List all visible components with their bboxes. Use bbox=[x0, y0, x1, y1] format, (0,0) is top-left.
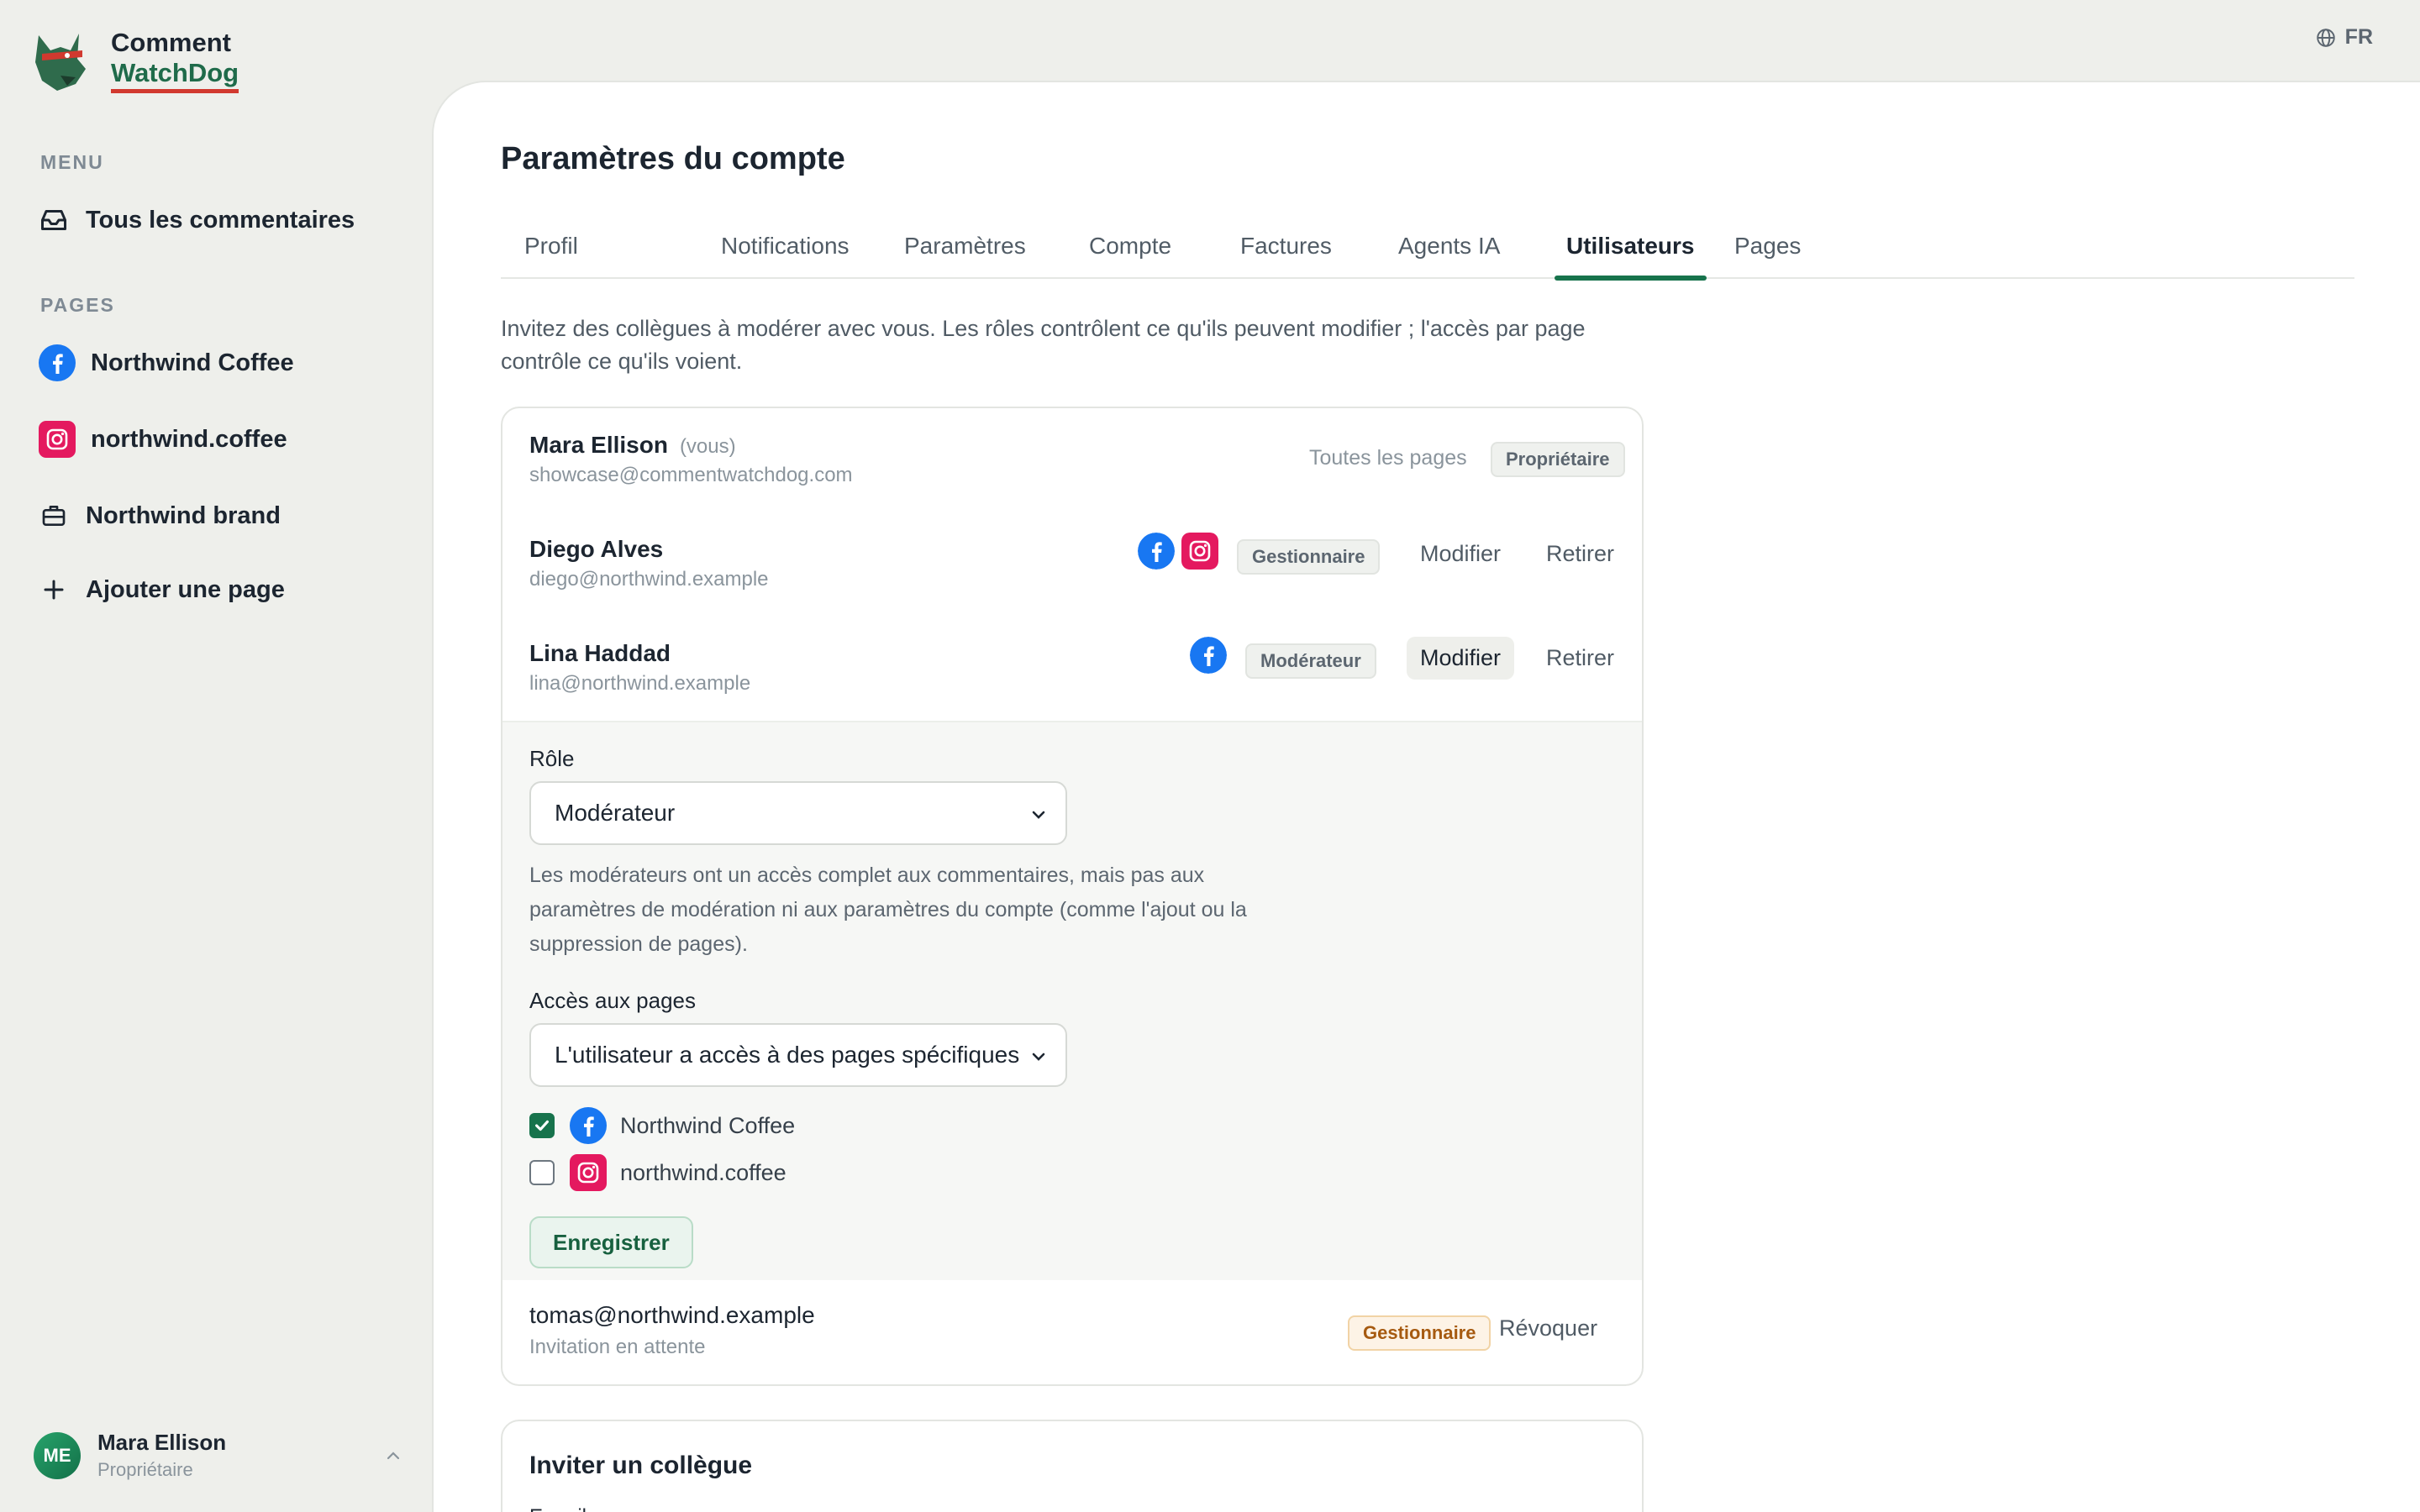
instagram-icon bbox=[39, 421, 76, 458]
user-name: Mara Ellison (vous) bbox=[529, 432, 736, 459]
invite-title: Inviter un collègue bbox=[529, 1452, 753, 1479]
tab-notifications[interactable]: Notifications bbox=[709, 225, 861, 279]
page-option-label: Northwind Coffee bbox=[620, 1112, 796, 1138]
instagram-icon bbox=[570, 1154, 607, 1191]
inbox-icon bbox=[39, 202, 69, 239]
settings-tabs: Profil Notifications Paramètres Compte F… bbox=[501, 225, 2354, 281]
watchdog-logo-icon bbox=[35, 34, 86, 91]
page-access-option: northwind.coffee bbox=[529, 1154, 786, 1191]
nav-page-northwind-instagram[interactable]: northwind.coffee bbox=[39, 421, 287, 458]
facebook-icon bbox=[570, 1107, 607, 1144]
role-badge: Propriétaire bbox=[1491, 442, 1625, 477]
invite-card: Inviter un collègue E-mail bbox=[501, 1420, 1644, 1512]
user-name: Diego Alves bbox=[529, 536, 664, 562]
sidebar: Comment WatchDog MENU Tous les commentai… bbox=[0, 0, 432, 1512]
role-select-value: Modérateur bbox=[555, 800, 676, 826]
instagram-icon bbox=[1181, 533, 1218, 570]
pages-section-label: PAGES bbox=[40, 294, 115, 316]
page-title: Paramètres du compte bbox=[501, 141, 845, 176]
nav-page-label: northwind.coffee bbox=[91, 425, 287, 453]
app-name-line2: WatchDog bbox=[111, 58, 239, 93]
role-help-text: Les modérateurs ont un accès complet aux… bbox=[529, 864, 1247, 956]
nav-page-northwind-coffee[interactable]: Northwind Coffee bbox=[39, 344, 294, 381]
chevron-down-icon bbox=[1032, 1053, 1045, 1061]
role-label: Rôle bbox=[529, 746, 575, 771]
user-meta: Mara Ellison Propriétaire bbox=[97, 1430, 226, 1481]
page-access-text: Toutes les pages bbox=[1309, 446, 1467, 470]
tab-parametres[interactable]: Paramètres bbox=[892, 225, 1038, 279]
nav-all-comments[interactable]: Tous les commentaires bbox=[39, 202, 355, 239]
user-menu[interactable]: ME Mara Ellison Propriétaire bbox=[34, 1430, 403, 1481]
app-name-line1: Comment bbox=[111, 28, 231, 57]
user-row: Mara Ellison (vous) showcase@commentwatch… bbox=[502, 408, 1642, 512]
edit-user-button[interactable]: Modifier bbox=[1407, 637, 1515, 680]
user-name-text: Mara Ellison bbox=[529, 432, 668, 458]
facebook-icon bbox=[39, 344, 76, 381]
nav-page-label: Northwind brand bbox=[86, 501, 281, 529]
invite-email: tomas@northwind.example bbox=[529, 1302, 815, 1328]
checkmark-icon bbox=[535, 1120, 549, 1131]
tab-compte[interactable]: Compte bbox=[1077, 225, 1183, 279]
user-role: Propriétaire bbox=[97, 1459, 193, 1480]
tab-agents-ia[interactable]: Agents IA bbox=[1386, 225, 1512, 279]
add-page-button[interactable]: Ajouter une page bbox=[39, 571, 285, 608]
role-select[interactable]: Modérateur bbox=[529, 781, 1067, 845]
tab-utilisateurs[interactable]: Utilisateurs bbox=[1555, 225, 1707, 281]
briefcase-icon bbox=[39, 497, 69, 534]
remove-user-button[interactable]: Retirer bbox=[1533, 637, 1628, 680]
users-card: Mara Ellison (vous) showcase@commentwatch… bbox=[501, 407, 1644, 1386]
page-checkbox[interactable] bbox=[529, 1113, 555, 1138]
facebook-icon bbox=[1138, 533, 1175, 570]
you-tag: (vous) bbox=[679, 435, 736, 458]
invite-status: Invitation en attente bbox=[529, 1336, 706, 1358]
user-email: showcase@commentwatchdog.com bbox=[529, 464, 853, 486]
chevron-down-icon bbox=[1032, 811, 1045, 819]
page-checkbox[interactable] bbox=[529, 1160, 555, 1185]
facebook-icon bbox=[1190, 637, 1227, 674]
edit-user-panel: Rôle Modérateur Les modérateurs ont un a… bbox=[502, 721, 1642, 1280]
tab-pages[interactable]: Pages bbox=[1723, 225, 1812, 279]
save-button[interactable]: Enregistrer bbox=[529, 1216, 693, 1268]
pending-invite-row: tomas@northwind.example Invitation en at… bbox=[502, 1280, 1642, 1384]
tab-profil[interactable]: Profil bbox=[513, 225, 590, 279]
user-row: Diego Alves diego@northwind.example Gest… bbox=[502, 512, 1642, 617]
chevron-up-icon bbox=[387, 1451, 400, 1459]
page-access-select-value: L'utilisateur a accès à des pages spécif… bbox=[555, 1042, 1020, 1068]
main-panel: Paramètres du compte Profil Notification… bbox=[432, 81, 2420, 1512]
page-option-label: northwind.coffee bbox=[620, 1159, 786, 1185]
add-page-label: Ajouter une page bbox=[86, 575, 285, 603]
menu-section-label: MENU bbox=[40, 151, 104, 173]
page-access-label: Accès aux pages bbox=[529, 988, 697, 1013]
users-intro-text: Invitez des collègues à modérer avec vou… bbox=[501, 316, 1586, 374]
page-access-option: Northwind Coffee bbox=[529, 1107, 795, 1144]
user-row: Lina Haddad lina@northwind.example Modér… bbox=[502, 617, 1642, 721]
plus-icon bbox=[39, 571, 69, 608]
tab-factures[interactable]: Factures bbox=[1228, 225, 1344, 279]
nav-page-northwind-brand[interactable]: Northwind brand bbox=[39, 497, 281, 534]
nav-page-label: Northwind Coffee bbox=[91, 349, 294, 376]
language-switcher[interactable]: FR bbox=[2315, 25, 2373, 50]
language-label: FR bbox=[2344, 25, 2373, 49]
invite-email-label: E-mail bbox=[529, 1505, 587, 1512]
nav-all-comments-label: Tous les commentaires bbox=[86, 206, 355, 234]
role-badge: Gestionnaire bbox=[1237, 539, 1381, 575]
user-email: diego@northwind.example bbox=[529, 568, 769, 591]
page-access-select[interactable]: L'utilisateur a accès à des pages spécif… bbox=[529, 1023, 1067, 1087]
avatar: ME bbox=[34, 1431, 81, 1479]
remove-user-button[interactable]: Retirer bbox=[1533, 533, 1628, 575]
revoke-invite-button[interactable]: Révoquer bbox=[1486, 1307, 1611, 1350]
edit-user-button[interactable]: Modifier bbox=[1407, 533, 1514, 575]
role-badge: Gestionnaire bbox=[1348, 1315, 1491, 1351]
globe-icon bbox=[2316, 28, 2335, 47]
app-logo[interactable]: Comment WatchDog bbox=[27, 25, 239, 96]
user-name: Mara Ellison bbox=[97, 1430, 227, 1455]
role-badge: Modérateur bbox=[1245, 643, 1376, 679]
user-name: Lina Haddad bbox=[529, 640, 671, 666]
app-name: Comment WatchDog bbox=[111, 28, 239, 93]
user-email: lina@northwind.example bbox=[529, 672, 751, 695]
